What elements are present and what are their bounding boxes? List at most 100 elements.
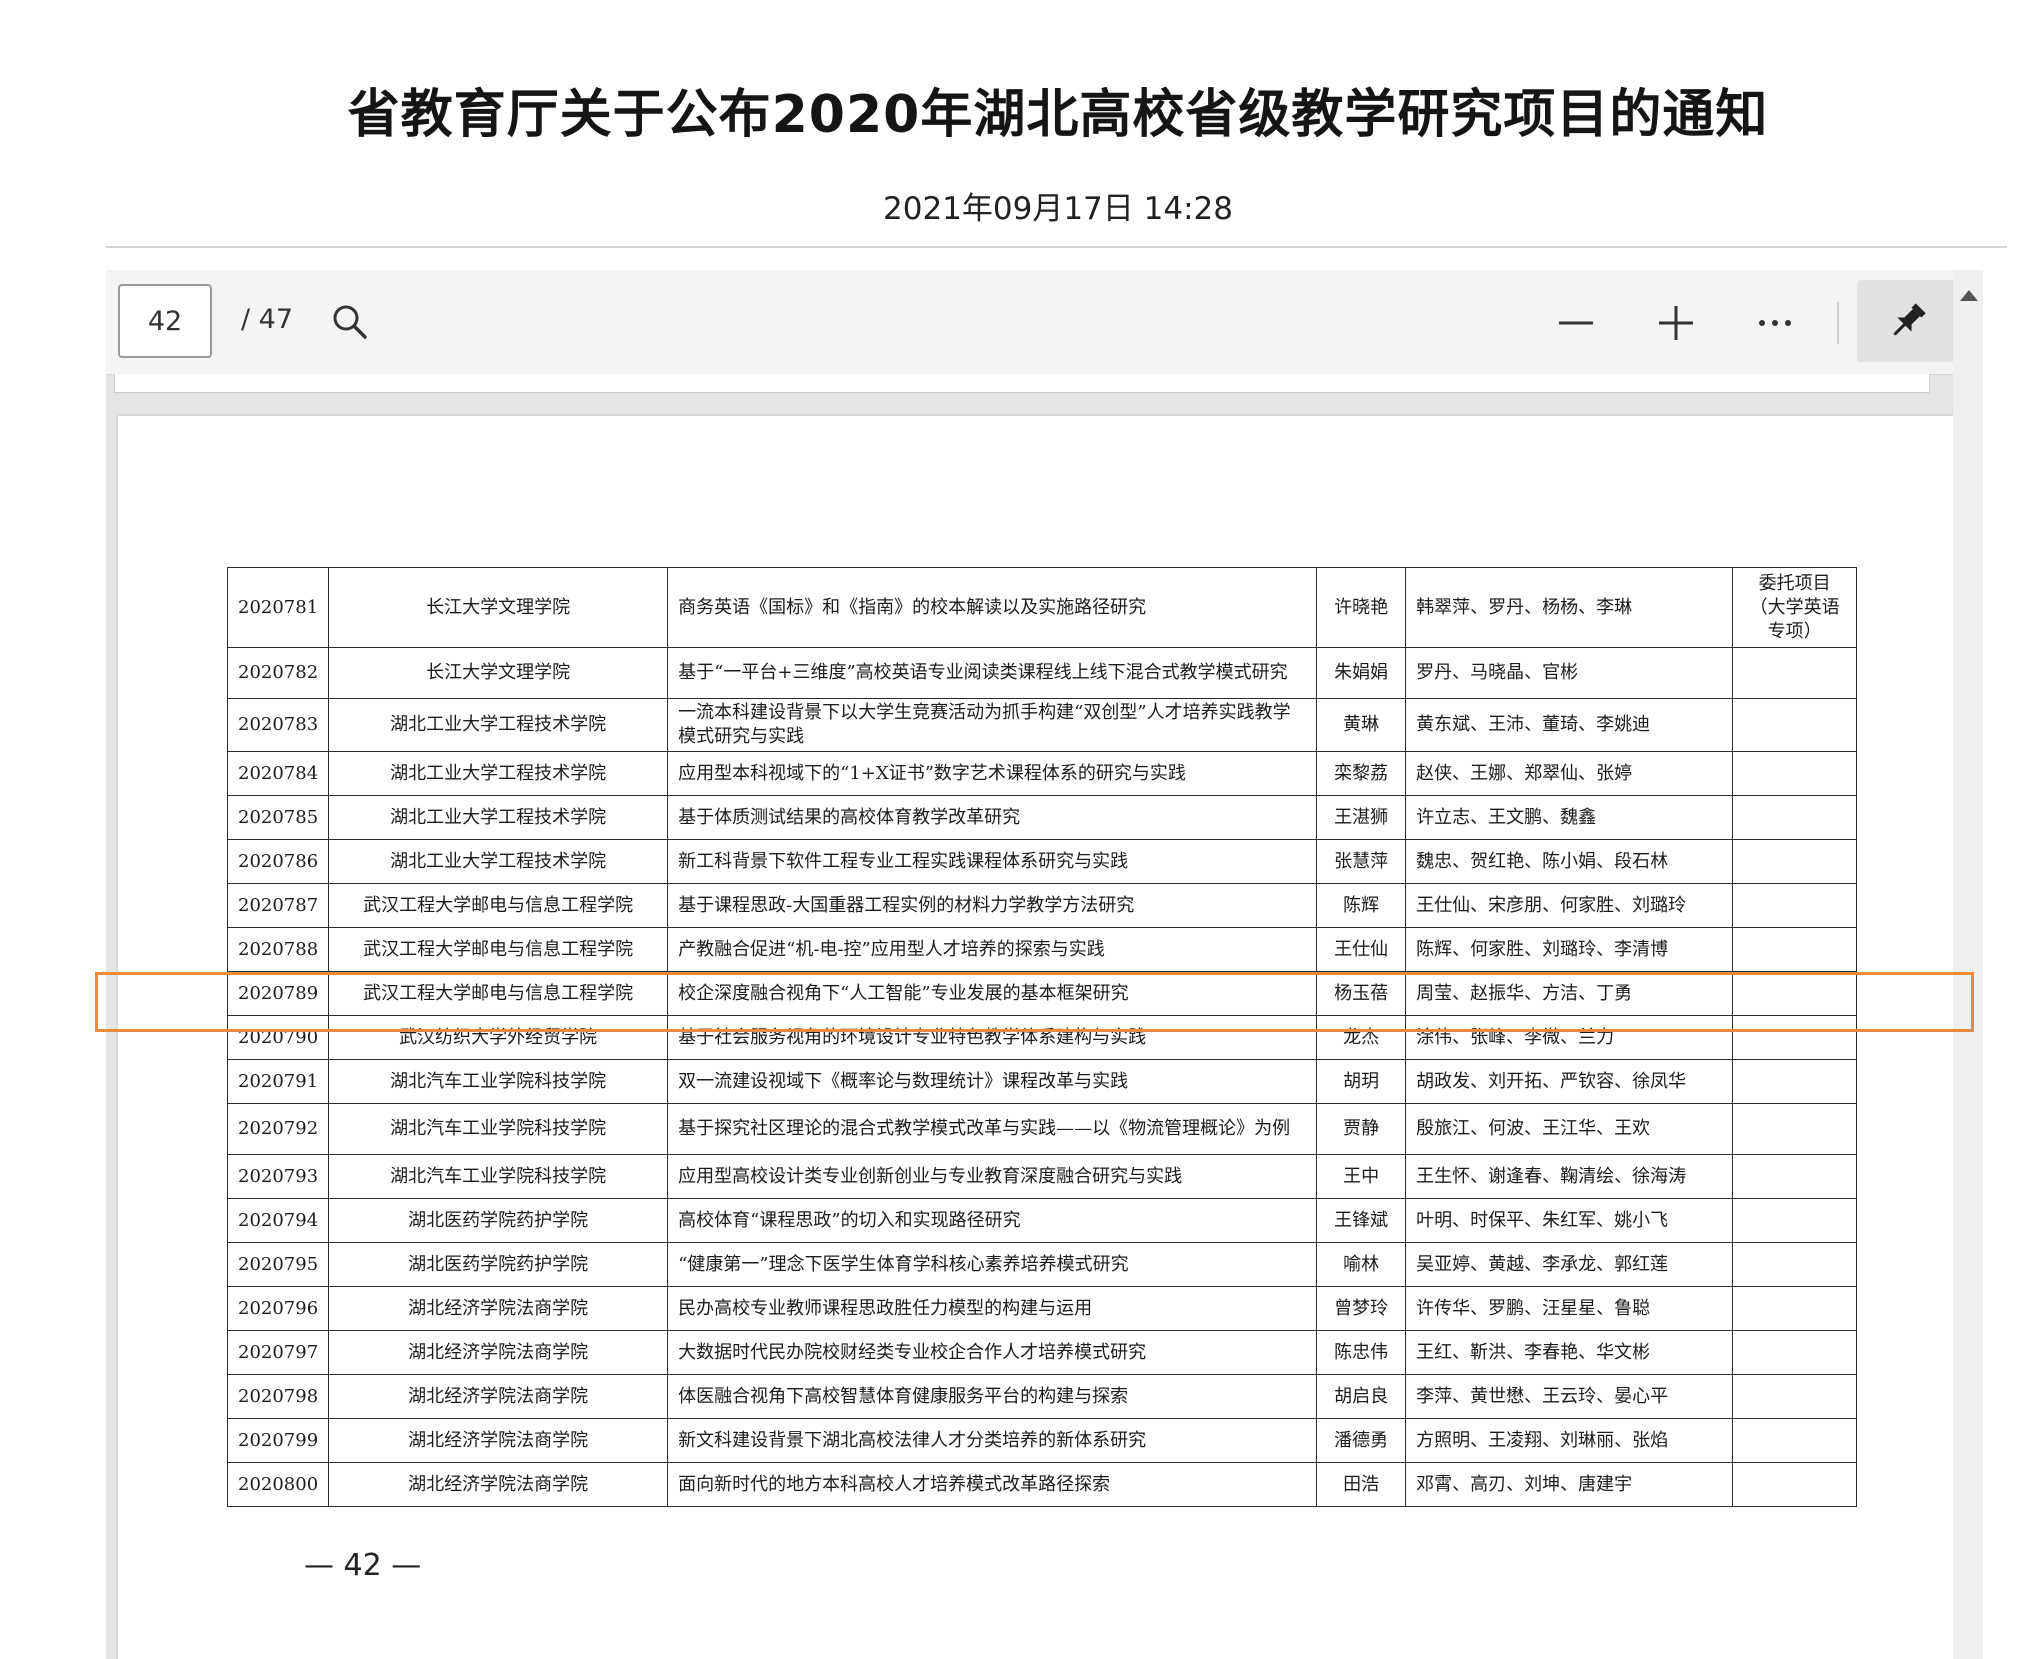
row-note — [1732, 927, 1857, 972]
search-button[interactable] — [324, 296, 376, 348]
row-title: 基于“一平台+三维度”高校英语专业阅读类课程线上线下混合式教学模式研究 — [667, 647, 1318, 699]
table-row: 2020786 湖北工业大学工程技术学院 新工科背景下软件工程专业工程实践课程体系研… — [226, 839, 1857, 884]
row-unit: 湖北工业大学工程技术学院 — [328, 839, 669, 884]
row-note — [1732, 839, 1857, 884]
row-title: 基于课程思政-大国重器工程实例的材料力学教学方法研究 — [667, 883, 1318, 928]
row-note — [1732, 1462, 1857, 1507]
row-unit: 湖北汽车工业学院科技学院 — [328, 1103, 669, 1155]
row-id: 2020784 — [226, 751, 330, 796]
table-row: 2020797 湖北经济学院法商学院 大数据时代民办院校财经类专业校企合作人才培养模… — [226, 1330, 1857, 1375]
row-members: 邓霄、高刃、刘坤、唐建宇 — [1405, 1462, 1734, 1507]
row-id: 2020786 — [226, 839, 330, 884]
row-leader: 王锋斌 — [1316, 1198, 1407, 1243]
row-members: 韩翠萍、罗丹、杨杨、李琳 — [1405, 567, 1734, 648]
row-members: 魏忠、贺红艳、陈小娟、段石林 — [1405, 839, 1734, 884]
row-unit: 湖北经济学院法商学院 — [328, 1286, 669, 1331]
table-row: 2020787 武汉工程大学邮电与信息工程学院 基于课程思政-大国重器工程实例的材料… — [226, 883, 1857, 928]
table-row: 2020781 长江大学文理学院 商务英语《国标》和《指南》的校本解读以及实施路径研… — [226, 567, 1857, 648]
row-note — [1732, 1418, 1857, 1463]
row-title: 基于探究社区理论的混合式教学模式改革与实践——以《物流管理概论》为例 — [667, 1103, 1318, 1155]
row-members: 方照明、王凌翔、刘琳丽、张焰 — [1405, 1418, 1734, 1463]
table-row: 2020796 湖北经济学院法商学院 民办高校专业教师课程思政胜任力模型的构建与运用… — [226, 1286, 1857, 1331]
row-leader: 陈辉 — [1316, 883, 1407, 928]
row-unit: 湖北经济学院法商学院 — [328, 1330, 669, 1375]
row-title: 产教融合促进“机-电-控”应用型人才培养的探索与实践 — [667, 927, 1318, 972]
row-id: 2020792 — [226, 1103, 330, 1155]
row-unit: 湖北医药学院药护学院 — [328, 1198, 669, 1243]
header-divider — [106, 246, 2007, 248]
table-row: 2020800 湖北经济学院法商学院 面向新时代的地方本科高校人才培养模式改革路径探… — [226, 1462, 1857, 1507]
row-note — [1732, 1242, 1857, 1287]
row-title: 民办高校专业教师课程思政胜任力模型的构建与运用 — [667, 1286, 1318, 1331]
page-footer-number: — 42 — — [304, 1548, 422, 1583]
table-row: 2020784 湖北工业大学工程技术学院 应用型本科视域下的“1+X证书”数字艺术课… — [226, 751, 1857, 796]
row-title: 一流本科建设背景下以大学生竞赛活动为抓手构建“双创型”人才培养实践教学模式研究与… — [667, 698, 1318, 752]
row-leader: 王湛狮 — [1316, 795, 1407, 840]
table-row: 2020782 长江大学文理学院 基于“一平台+三维度”高校英语专业阅读类课程线上线… — [226, 647, 1857, 699]
row-leader: 喻林 — [1316, 1242, 1407, 1287]
table-row: 2020791 湖北汽车工业学院科技学院 双一流建设视域下《概率论与数理统计》课程改… — [226, 1059, 1857, 1104]
scrollbar[interactable] — [1953, 270, 1983, 1659]
row-title: 应用型高校设计类专业创新创业与专业教育深度融合研究与实践 — [667, 1154, 1318, 1199]
page-total-label: / 47 — [241, 304, 294, 335]
row-members: 许传华、罗鹏、汪星星、鲁聪 — [1405, 1286, 1734, 1331]
row-leader: 许晓艳 — [1316, 567, 1407, 648]
row-title: 高校体育“课程思政”的切入和实现路径研究 — [667, 1198, 1318, 1243]
table-row: 2020785 湖北工业大学工程技术学院 基于体质测试结果的高校体育教学改革研究 王湛… — [226, 795, 1857, 840]
scroll-up-arrow-icon[interactable] — [1960, 290, 1978, 301]
row-members: 王红、靳洪、李春艳、华文彬 — [1405, 1330, 1734, 1375]
row-unit: 湖北汽车工业学院科技学院 — [328, 1059, 669, 1104]
row-members: 王仕仙、宋彦朋、何家胜、刘璐玲 — [1405, 883, 1734, 928]
table-row: 2020793 湖北汽车工业学院科技学院 应用型高校设计类专业创新创业与专业教育深度… — [226, 1154, 1857, 1199]
row-leader: 王中 — [1316, 1154, 1407, 1199]
zoom-in-icon — [1659, 306, 1693, 340]
row-members: 李萍、黄世懋、王云玲、晏心平 — [1405, 1374, 1734, 1419]
row-title: 商务英语《国标》和《指南》的校本解读以及实施路径研究 — [667, 567, 1318, 648]
row-id: 2020785 — [226, 795, 330, 840]
row-members: 殷旅江、何波、王江华、王欢 — [1405, 1103, 1734, 1155]
row-id: 2020783 — [226, 698, 330, 752]
row-leader: 王仕仙 — [1316, 927, 1407, 972]
pdf-viewer[interactable]: / 47 — [106, 270, 1976, 1659]
row-unit: 湖北经济学院法商学院 — [328, 1374, 669, 1419]
search-icon — [333, 305, 367, 339]
row-leader: 胡启良 — [1316, 1374, 1407, 1419]
row-id: 2020797 — [226, 1330, 330, 1375]
zoom-out-button[interactable] — [1549, 296, 1603, 350]
row-note — [1732, 751, 1857, 796]
row-title: 新工科背景下软件工程专业工程实践课程体系研究与实践 — [667, 839, 1318, 884]
page-number-input[interactable] — [118, 284, 212, 358]
row-unit: 长江大学文理学院 — [328, 567, 669, 648]
zoom-in-button[interactable] — [1649, 296, 1703, 350]
row-id: 2020798 — [226, 1374, 330, 1419]
highlight-box — [95, 972, 1974, 1032]
pin-toolbar-button[interactable] — [1857, 280, 1958, 362]
row-title: 新文科建设背景下湖北高校法律人才分类培养的新体系研究 — [667, 1418, 1318, 1463]
document-page: 2020781 长江大学文理学院 商务英语《国标》和《指南》的校本解读以及实施路径研… — [118, 416, 1954, 1659]
row-unit: 湖北工业大学工程技术学院 — [328, 751, 669, 796]
row-id: 2020793 — [226, 1154, 330, 1199]
project-table: 2020781 长江大学文理学院 商务英语《国标》和《指南》的校本解读以及实施路径研… — [226, 567, 1857, 1507]
row-members: 胡政发、刘开拓、严钦容、徐凤华 — [1405, 1059, 1734, 1104]
row-title: 大数据时代民办院校财经类专业校企合作人才培养模式研究 — [667, 1330, 1318, 1375]
row-leader: 潘德勇 — [1316, 1418, 1407, 1463]
row-note: 委托项目（大学英语专项） — [1732, 567, 1857, 648]
row-unit: 长江大学文理学院 — [328, 647, 669, 699]
row-id: 2020796 — [226, 1286, 330, 1331]
table-row: 2020792 湖北汽车工业学院科技学院 基于探究社区理论的混合式教学模式改革与实践… — [226, 1103, 1857, 1155]
row-note — [1732, 1198, 1857, 1243]
table-row: 2020794 湖北医药学院药护学院 高校体育“课程思政”的切入和实现路径研究 王锋斌… — [226, 1198, 1857, 1243]
row-leader: 胡玥 — [1316, 1059, 1407, 1104]
table-row: 2020788 武汉工程大学邮电与信息工程学院 产教融合促进“机-电-控”应用型人才… — [226, 927, 1857, 972]
more-options-button[interactable] — [1748, 296, 1802, 350]
row-note — [1732, 795, 1857, 840]
toolbar-separator — [1837, 302, 1839, 344]
row-leader: 陈忠伟 — [1316, 1330, 1407, 1375]
row-unit: 湖北经济学院法商学院 — [328, 1462, 669, 1507]
row-title: 基于体质测试结果的高校体育教学改革研究 — [667, 795, 1318, 840]
page-title: 省教育厅关于公布2020年湖北高校省级教学研究项目的通知 — [347, 85, 1769, 145]
row-unit: 湖北工业大学工程技术学院 — [328, 698, 669, 752]
zoom-out-icon — [1559, 321, 1593, 325]
row-note — [1732, 1330, 1857, 1375]
row-members: 赵侠、王娜、郑翠仙、张婷 — [1405, 751, 1734, 796]
